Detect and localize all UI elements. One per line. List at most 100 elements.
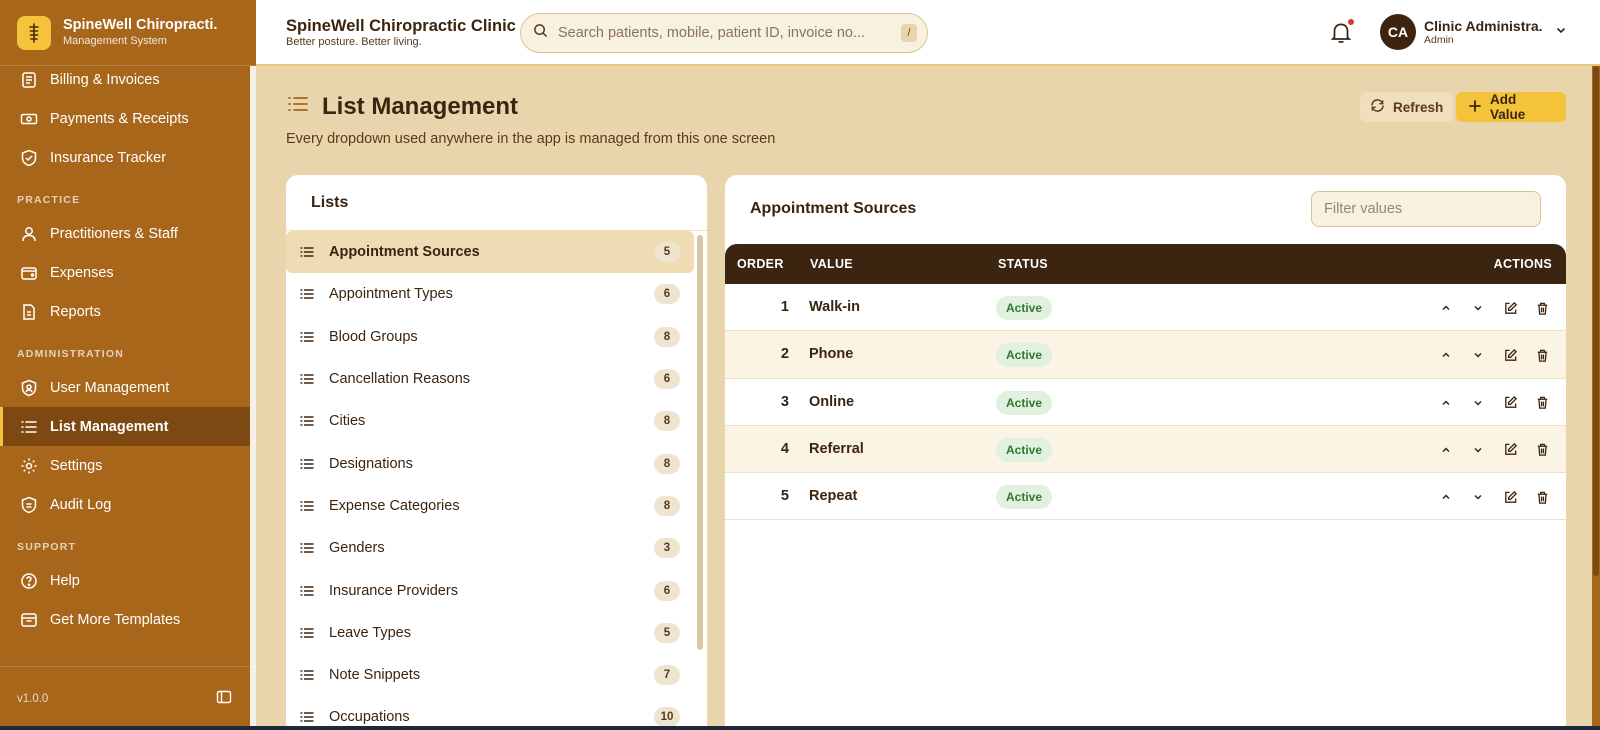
- column-order[interactable]: ORDER: [737, 257, 784, 271]
- lists-list: Appointment Sources 5 Appointment Types 6 Bl…: [286, 231, 694, 730]
- list-item[interactable]: Expense Categories 8: [286, 485, 694, 527]
- list-icon: [300, 541, 316, 555]
- window-bottom-edge: [0, 726, 1600, 730]
- sidebar-item-label: Insurance Tracker: [50, 149, 167, 166]
- column-value[interactable]: VALUE: [810, 257, 853, 271]
- user-icon: [19, 224, 39, 244]
- refresh-button[interactable]: Refresh: [1360, 92, 1454, 122]
- edit-icon[interactable]: [1500, 298, 1520, 318]
- move-down-icon[interactable]: [1468, 393, 1488, 413]
- sidebar-item-help[interactable]: Help: [0, 561, 250, 600]
- sidebar-edge: [250, 66, 256, 730]
- sidebar-section-practice: PRACTICE: [17, 194, 81, 206]
- lists-heading: Lists: [286, 175, 707, 231]
- row-order: 2: [780, 346, 789, 363]
- list-icon: [19, 417, 39, 437]
- page-title-row: List Management: [286, 92, 518, 121]
- collapse-sidebar-icon[interactable]: [216, 689, 232, 708]
- sidebar-item-expenses[interactable]: Expenses: [0, 253, 250, 292]
- list-item[interactable]: Cities 8: [286, 400, 694, 442]
- lists-panel: Lists Appointment Sources 5 Appointment Ty…: [286, 175, 707, 730]
- edit-icon[interactable]: [1500, 487, 1520, 507]
- sidebar-item-label: Audit Log: [50, 496, 112, 513]
- column-status[interactable]: STATUS: [998, 257, 1048, 271]
- sidebar-item-list-management[interactable]: List Management: [0, 407, 250, 446]
- list-icon: [300, 414, 316, 428]
- sidebar-item-practitioners[interactable]: Practitioners & Staff: [0, 214, 250, 253]
- list-icon: [300, 710, 316, 724]
- refresh-icon: [1370, 98, 1385, 116]
- sidebar-item-settings[interactable]: Settings: [0, 446, 250, 485]
- list-item[interactable]: Cancellation Reasons 6: [286, 358, 694, 400]
- lists-scrollbar[interactable]: [697, 235, 703, 730]
- user-menu[interactable]: CA Clinic Administra. Admin: [1380, 14, 1567, 50]
- search-input[interactable]: [558, 25, 901, 41]
- list-item[interactable]: Genders 3: [286, 527, 694, 569]
- move-down-icon[interactable]: [1468, 487, 1488, 507]
- list-item-label: Genders: [329, 540, 385, 557]
- sidebar-section-support: SUPPORT: [17, 541, 77, 553]
- sidebar-item-billing[interactable]: Billing & Invoices: [0, 60, 250, 99]
- move-down-icon[interactable]: [1468, 440, 1488, 460]
- list-item[interactable]: Designations 8: [286, 442, 694, 484]
- sidebar-item-templates[interactable]: Get More Templates: [0, 600, 250, 639]
- sidebar-item-audit-log[interactable]: Audit Log: [0, 485, 250, 524]
- sidebar-item-payments[interactable]: Payments & Receipts: [0, 99, 250, 138]
- delete-icon[interactable]: [1532, 393, 1552, 413]
- user-name: Clinic Administra.: [1424, 18, 1543, 34]
- list-icon: [300, 626, 316, 640]
- sidebar-item-label: Expenses: [50, 264, 114, 281]
- delete-icon[interactable]: [1532, 440, 1552, 460]
- list-icon: [300, 668, 316, 682]
- delete-icon[interactable]: [1532, 298, 1552, 318]
- delete-icon[interactable]: [1532, 487, 1552, 507]
- list-item-label: Appointment Types: [329, 286, 453, 303]
- shield-icon: [19, 495, 39, 515]
- delete-icon[interactable]: [1532, 345, 1552, 365]
- move-down-icon[interactable]: [1468, 345, 1488, 365]
- list-item-count-badge: 8: [654, 495, 680, 516]
- brand-subtitle: Management System: [63, 35, 167, 47]
- refresh-label: Refresh: [1393, 99, 1444, 115]
- values-title: Appointment Sources: [750, 200, 917, 217]
- sidebar-item-label: Payments & Receipts: [50, 110, 189, 127]
- notifications-button[interactable]: [1328, 19, 1356, 47]
- edit-icon[interactable]: [1500, 393, 1520, 413]
- edit-icon[interactable]: [1500, 440, 1520, 460]
- user-shield-icon: [19, 378, 39, 398]
- app-version: v1.0.0: [17, 692, 49, 705]
- status-badge: Active: [996, 390, 1053, 415]
- list-item[interactable]: Insurance Providers 6: [286, 569, 694, 611]
- list-item-count-badge: 8: [654, 411, 680, 432]
- list-item[interactable]: Note Snippets 7: [286, 654, 694, 696]
- page-subtitle: Every dropdown used anywhere in the app …: [286, 131, 776, 147]
- list-item[interactable]: Leave Types 5: [286, 612, 694, 654]
- filter-values-input[interactable]: [1311, 191, 1541, 227]
- sidebar-item-label: Settings: [50, 457, 103, 474]
- move-down-icon[interactable]: [1468, 298, 1488, 318]
- list-item[interactable]: Blood Groups 8: [286, 316, 694, 358]
- list-item[interactable]: Appointment Types 6: [286, 273, 694, 315]
- page-title: List Management: [322, 92, 519, 120]
- sidebar-item-label: Get More Templates: [50, 611, 181, 628]
- move-up-icon[interactable]: [1436, 345, 1456, 365]
- row-value: Online: [809, 393, 855, 410]
- move-up-icon[interactable]: [1436, 393, 1456, 413]
- sidebar-item-user-management[interactable]: User Management: [0, 368, 250, 407]
- move-up-icon[interactable]: [1436, 440, 1456, 460]
- add-value-button[interactable]: Add Value: [1456, 92, 1566, 122]
- page-scrollbar[interactable]: [1592, 66, 1600, 730]
- sidebar-item-insurance[interactable]: Insurance Tracker: [0, 138, 250, 177]
- global-search[interactable]: /: [520, 13, 928, 53]
- move-up-icon[interactable]: [1436, 298, 1456, 318]
- brand[interactable]: SpineWell Chiropracti. Management System: [0, 0, 256, 66]
- list-item[interactable]: Appointment Sources 5: [286, 231, 694, 274]
- move-up-icon[interactable]: [1436, 487, 1456, 507]
- list-item[interactable]: Occupations 10: [286, 696, 694, 730]
- plus-icon: [1468, 99, 1482, 116]
- sidebar-item-reports[interactable]: Reports: [0, 292, 250, 331]
- sidebar-item-label: Help: [50, 572, 80, 589]
- table-row: 4 Referral Active: [725, 425, 1566, 474]
- edit-icon[interactable]: [1500, 345, 1520, 365]
- table-row: 3 Online Active: [725, 379, 1566, 426]
